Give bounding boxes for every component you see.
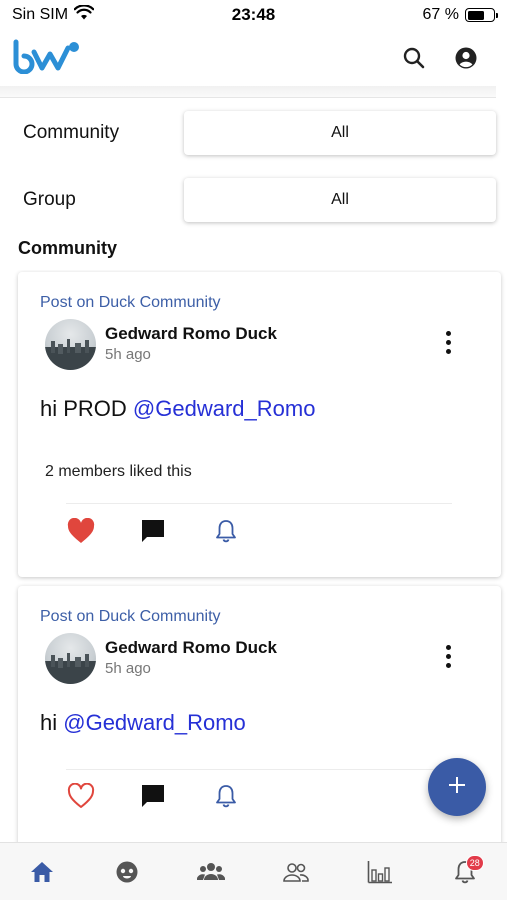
explore-icon[interactable]	[107, 852, 147, 892]
post-time: 5h ago	[105, 346, 151, 363]
bw-logo[interactable]	[12, 38, 82, 79]
community-filter-label: Community	[23, 122, 120, 143]
post-text: hi	[40, 710, 64, 735]
wifi-icon	[73, 4, 95, 25]
mention-link[interactable]: @Gedward_Romo	[133, 396, 316, 421]
status-bar: Sin SIM 23:48 67 %	[0, 0, 507, 30]
post-body: hi @Gedward_Romo	[40, 710, 246, 736]
bottom-nav: 28	[0, 842, 507, 900]
carrier-label: Sin SIM	[12, 6, 69, 23]
plus-icon	[447, 775, 467, 800]
stats-icon[interactable]	[360, 852, 400, 892]
community-filter-row: Community All	[0, 110, 507, 156]
bell-icon[interactable]	[211, 516, 241, 546]
avatar[interactable]	[45, 633, 96, 684]
create-post-button[interactable]	[428, 758, 486, 816]
group-filter-row: Group All	[0, 177, 507, 223]
card-divider	[66, 503, 452, 504]
like-icon[interactable]	[66, 516, 96, 546]
group-filter-label: Group	[23, 189, 76, 210]
post-card: Post on Duck Community Gedward Romo Duck…	[18, 272, 501, 577]
post-time: 5h ago	[105, 660, 151, 677]
home-icon[interactable]	[22, 852, 62, 892]
status-left: Sin SIM	[12, 4, 95, 25]
members-icon[interactable]	[276, 852, 316, 892]
app-bar-actions	[401, 45, 495, 71]
app-bar	[0, 30, 507, 86]
like-outline-icon[interactable]	[66, 781, 96, 811]
bell-icon[interactable]	[211, 781, 241, 811]
more-options-icon[interactable]	[437, 329, 459, 355]
battery-percent: 67 %	[422, 6, 459, 23]
group-filter-select[interactable]: All	[184, 178, 496, 222]
battery-icon	[465, 8, 498, 22]
battery-level	[467, 10, 485, 20]
post-feed[interactable]: Post on Duck Community Gedward Romo Duck…	[0, 270, 507, 842]
post-body: hi PROD @Gedward_Romo	[40, 396, 315, 422]
search-icon[interactable]	[401, 45, 427, 71]
status-right: 67 %	[422, 6, 498, 24]
author-name[interactable]: Gedward Romo Duck	[105, 638, 277, 658]
more-options-icon[interactable]	[437, 643, 459, 669]
author-name[interactable]: Gedward Romo Duck	[105, 324, 277, 344]
notification-badge: 28	[465, 854, 484, 871]
avatar[interactable]	[45, 319, 96, 370]
app-bar-divider	[0, 86, 496, 98]
account-circle-icon[interactable]	[453, 45, 479, 71]
post-card: Post on Duck Community Gedward Romo Duck…	[18, 586, 501, 842]
card-divider	[66, 769, 452, 770]
post-text: hi PROD	[40, 396, 133, 421]
notifications-icon[interactable]: 28	[445, 852, 485, 892]
community-filter-select[interactable]: All	[184, 111, 496, 155]
mention-link[interactable]: @Gedward_Romo	[63, 710, 246, 735]
comment-icon[interactable]	[138, 516, 168, 546]
comment-icon[interactable]	[138, 781, 168, 811]
groups-icon[interactable]	[191, 852, 231, 892]
likes-summary[interactable]: 2 members liked this	[45, 463, 192, 481]
post-context-link[interactable]: Post on Duck Community	[40, 608, 221, 626]
section-title: Community	[18, 238, 117, 258]
post-context-link[interactable]: Post on Duck Community	[40, 294, 221, 312]
